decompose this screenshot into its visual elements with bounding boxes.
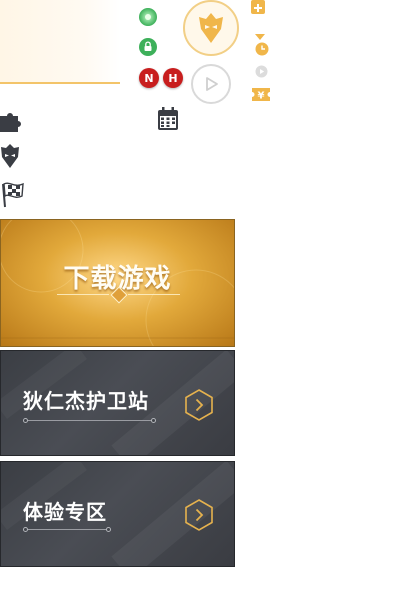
yen-icon[interactable]: ¥ [251,87,271,106]
badge-h[interactable]: H [163,68,183,88]
underline-dot-left [23,527,28,532]
gear-icon[interactable] [139,8,157,26]
shield-mask-icon[interactable] [0,143,20,169]
svg-text:¥: ¥ [258,91,265,102]
guard-station-banner[interactable]: 狄仁杰护卫站 [0,350,235,456]
warrior-mask-icon [199,13,223,43]
title-underline-right [128,294,180,295]
play-icon [206,77,218,91]
underline-dot-right [106,527,111,532]
chevron-right-icon[interactable] [185,389,213,421]
guard-station-title: 狄仁杰护卫站 [23,389,149,413]
title-underline [25,420,153,421]
trial-zone-title: 体验专区 [23,500,107,524]
play-small-icon[interactable] [255,63,268,82]
title-underline-left [57,294,109,295]
avatar[interactable] [183,0,239,56]
play-button[interactable] [191,64,231,104]
calendar-icon[interactable] [157,107,179,135]
puzzle-icon[interactable] [0,110,24,132]
lock-icon[interactable] [139,38,157,56]
checkered-flag-icon[interactable] [0,180,26,208]
header-panel [0,0,120,84]
clock-icon[interactable] [255,41,269,60]
chevron-right-icon[interactable] [185,499,213,531]
trial-zone-banner[interactable]: 体验专区 [0,461,235,567]
download-game-banner[interactable]: 下载游戏 [0,219,235,347]
title-underline [25,529,109,530]
plus-icon[interactable] [251,0,265,14]
badge-n[interactable]: N [139,68,159,88]
underline-dot-right [151,418,156,423]
underline-dot-left [23,418,28,423]
